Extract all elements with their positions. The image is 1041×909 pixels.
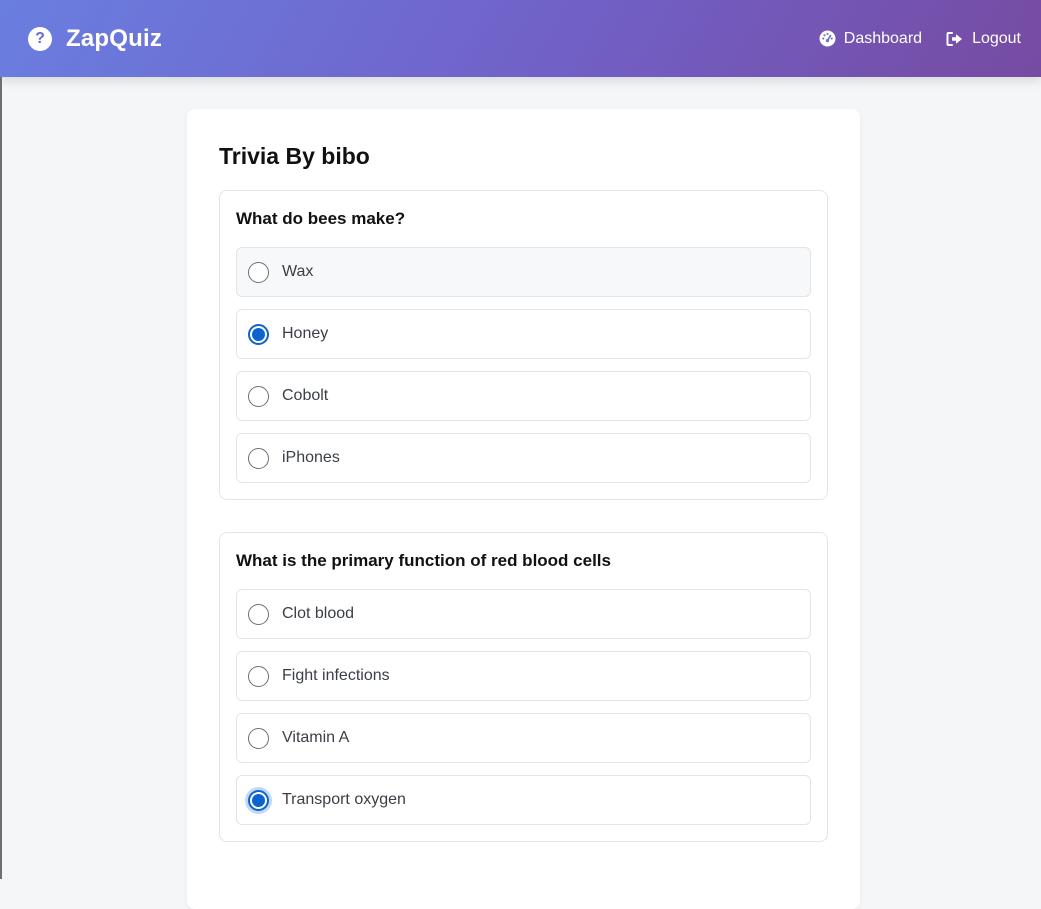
answer-option[interactable]: Vitamin A [236,713,811,763]
question-text: What do bees make? [236,209,406,228]
option-label: Wax [282,263,314,280]
option-label: Honey [282,325,329,342]
top-navbar: ? ZapQuiz Dashboard Logout [0,0,1041,77]
dashboard-gauge-icon [819,30,836,47]
radio-button[interactable] [248,385,269,407]
dashboard-link[interactable]: Dashboard [819,30,922,48]
option-label: Cobolt [282,387,329,404]
question-text: What is the primary function of red bloo… [236,551,611,570]
question-card: What is the primary function of red bloo… [219,532,828,842]
quiz-card: Trivia By bibo What do bees make? Wax Hone… [187,109,860,909]
question-circle-icon: ? [28,26,52,51]
question-card: What do bees make? Wax Honey Cobolt iPhones [219,190,828,500]
logout-label: Logout [972,29,1021,47]
answer-option[interactable]: Transport oxygen [236,775,811,825]
brand-name: ZapQuiz [66,24,163,52]
answer-option[interactable]: Fight infections [236,651,811,701]
logout-arrow-icon [946,31,964,47]
quiz-title: Trivia By bibo [219,143,370,169]
answer-option[interactable]: Clot blood [236,589,811,639]
window-left-edge [0,77,2,879]
radio-button[interactable] [248,447,269,469]
answer-option[interactable]: Wax [236,247,811,297]
radio-button[interactable] [248,323,269,345]
answer-option[interactable]: Honey [236,309,811,359]
logout-link[interactable]: Logout [946,30,1021,48]
option-label: Clot blood [282,605,355,622]
brand[interactable]: ? ZapQuiz [28,25,162,53]
option-label: Fight infections [282,667,390,684]
nav-links: Dashboard Logout [819,30,1021,48]
radio-button[interactable] [248,727,269,749]
radio-selected-dot [252,793,265,807]
radio-button[interactable] [248,603,269,625]
dashboard-label: Dashboard [843,29,923,47]
question-list: What do bees make? Wax Honey Cobolt iPhones W… [219,190,828,842]
radio-button[interactable] [248,789,269,811]
answer-option[interactable]: iPhones [236,433,811,483]
radio-selected-dot [252,327,265,341]
option-label: Vitamin A [282,729,350,746]
option-label: iPhones [282,449,340,466]
radio-button[interactable] [248,261,269,283]
option-label: Transport oxygen [282,791,406,808]
answer-option[interactable]: Cobolt [236,371,811,421]
radio-button[interactable] [248,665,269,687]
